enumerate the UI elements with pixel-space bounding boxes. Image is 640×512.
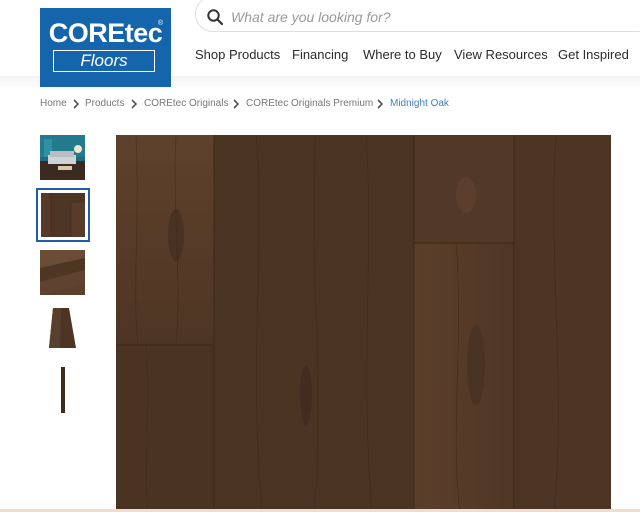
- nav-view-resources[interactable]: View Resources: [454, 47, 548, 62]
- main-product-image[interactable]: [116, 135, 611, 512]
- nav-shop-products[interactable]: Shop Products: [195, 47, 280, 62]
- chevron-right-icon: [233, 99, 240, 109]
- nav-financing[interactable]: Financing: [292, 47, 348, 62]
- plank-swatch-image: [41, 193, 85, 237]
- plank-perspective-image: [49, 308, 76, 348]
- thumbnail-plank-angle[interactable]: [40, 250, 85, 295]
- coretec-logo[interactable]: COREtec ® Floors: [40, 8, 171, 87]
- logo-registered-mark: ®: [157, 20, 163, 27]
- midnight-oak-plank-image: [116, 135, 611, 512]
- thumbnail-plank-perspective[interactable]: [46, 308, 80, 348]
- logo-subtitle: Floors: [53, 50, 155, 72]
- thumbnail-plank-swatch[interactable]: [36, 188, 90, 242]
- breadcrumb-coretec-originals[interactable]: COREtec Originals: [144, 98, 228, 109]
- thumbnail-room-scene[interactable]: [40, 135, 85, 180]
- chevron-right-icon: [131, 99, 138, 109]
- nav-where-to-buy[interactable]: Where to Buy: [363, 47, 442, 62]
- search-bar[interactable]: [195, 0, 640, 32]
- chevron-right-icon: [377, 99, 384, 109]
- search-input[interactable]: [229, 6, 613, 28]
- breadcrumb-current-midnight-oak: Midnight Oak: [390, 98, 449, 109]
- room-scene-image: [40, 135, 85, 180]
- plank-angle-image: [40, 250, 85, 295]
- search-icon[interactable]: [206, 8, 224, 26]
- chevron-right-icon: [73, 99, 80, 109]
- breadcrumb-products[interactable]: Products: [85, 98, 124, 109]
- nav-get-inspired[interactable]: Get Inspired: [558, 47, 629, 62]
- logo-wordmark: COREtec: [48, 18, 163, 48]
- breadcrumb-coretec-originals-premium[interactable]: COREtec Originals Premium: [246, 98, 373, 109]
- breadcrumb-home[interactable]: Home: [40, 98, 67, 109]
- plank-edge-image: [61, 367, 65, 413]
- thumbnail-plank-edge[interactable]: [58, 367, 68, 413]
